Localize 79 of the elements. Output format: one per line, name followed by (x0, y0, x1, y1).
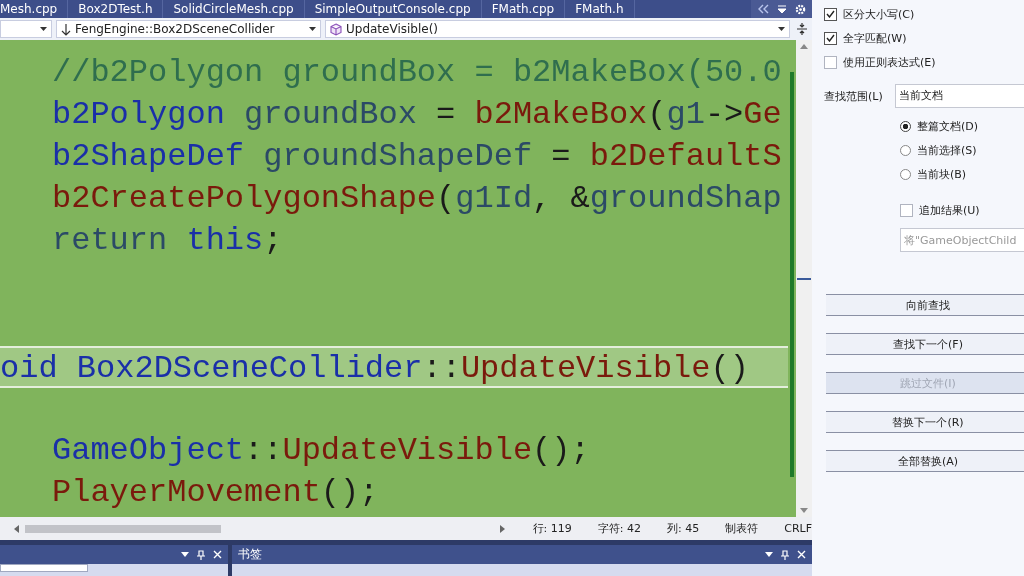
status-text: 制表符 (725, 521, 759, 536)
scroll-thumb[interactable] (25, 524, 221, 533)
pin-icon[interactable] (781, 549, 789, 560)
code-token: g1Id (455, 180, 533, 217)
scope-radio[interactable]: 整篇文档(D) (900, 114, 1024, 138)
scope-label: 查找范围(L) (824, 88, 883, 104)
dropdown-icon[interactable] (765, 552, 773, 557)
caret-icon (778, 27, 785, 31)
code-token: (); (320, 474, 379, 511)
check-icon (826, 34, 835, 42)
code-token: this (185, 222, 264, 259)
scroll-down-icon[interactable] (800, 508, 808, 513)
find-button[interactable]: 查找下一个(F) (826, 333, 1024, 355)
code-token: -> (704, 96, 744, 133)
code-token: Ge (743, 96, 782, 133)
chevrons-left-icon[interactable] (757, 4, 769, 14)
code-token: b2ShapeDef (52, 138, 245, 175)
member-dropdown[interactable]: UpdateVisible() (325, 20, 790, 38)
cube-icon (330, 22, 342, 36)
dropdown-icon[interactable] (181, 552, 189, 557)
caret-icon (309, 27, 316, 31)
code-token: ( (647, 96, 667, 133)
code-token: (); (532, 432, 590, 469)
code-token: b2Polygon (52, 96, 225, 133)
caret-icon (40, 27, 47, 31)
append-checkbox[interactable]: 追加结果(U) (900, 198, 1024, 222)
split-icon[interactable] (796, 22, 808, 36)
pin-icon[interactable] (197, 549, 205, 560)
scroll-left-icon[interactable] (14, 524, 19, 533)
code-token: b2CreatePolygonShape (52, 180, 437, 217)
code-token: b2DefaultS (589, 138, 782, 175)
code-token: groundBox (243, 96, 417, 133)
code-token: UpdateVisible (460, 350, 711, 387)
code-token: :: (422, 350, 461, 387)
code-editor[interactable] (0, 40, 812, 517)
output-field[interactable]: 将"GameObjectChild (900, 228, 1024, 252)
code-token: UpdateVisible (282, 432, 533, 469)
code-token: oid Box2DSceneCollider (0, 350, 423, 387)
search-field[interactable] (0, 564, 88, 572)
dropdown-icon[interactable] (777, 4, 787, 14)
scope-radio[interactable]: 当前块(B) (900, 162, 1024, 186)
option-checkbox[interactable]: 全字匹配(W) (824, 26, 1024, 50)
status-text: 行: 119 (532, 521, 572, 536)
scope-dropdown[interactable]: FengEngine::Box2DSceneCollider (56, 20, 321, 38)
scroll-up-icon[interactable] (800, 44, 808, 49)
scroll-right-icon[interactable] (499, 524, 505, 533)
find-button[interactable]: 全部替换(A) (826, 450, 1024, 472)
code-token: GameObject (52, 432, 245, 469)
status-text: 列: 45 (667, 521, 700, 536)
code-token: return (52, 222, 168, 259)
option-checkbox[interactable]: 区分大小写(C) (824, 2, 1024, 26)
close-icon[interactable] (797, 550, 806, 559)
code-token: groundShapeDef (262, 138, 533, 175)
code-token: :: (244, 432, 283, 469)
code-token: b2MakeBox (474, 96, 648, 133)
status-text: CRLF (784, 522, 812, 535)
code-token: ; (263, 222, 283, 259)
code-token: () (710, 350, 749, 387)
scope-dropdown[interactable]: 当前文档 (894, 84, 1024, 108)
find-button[interactable]: 向前查找 (826, 294, 1024, 316)
down-arrow-icon (61, 22, 71, 36)
code-token: = (435, 96, 457, 133)
panel-title: 书签 (238, 546, 262, 563)
scroll-position-marker (797, 277, 811, 280)
code-token: //b2Polygon groundBox = b2MakeBox(50.0 (52, 54, 782, 91)
code-token: g1 (666, 96, 705, 133)
code-token: , & (532, 180, 590, 217)
option-checkbox[interactable]: 使用正则表达式(E) (824, 50, 1024, 74)
code-token: ( (436, 180, 456, 217)
code-token: = (550, 138, 572, 175)
check-icon (826, 10, 835, 18)
status-text: 字符: 42 (597, 521, 641, 536)
close-icon[interactable] (213, 550, 222, 559)
code-token: groundShap (589, 180, 782, 217)
vertical-scrollbar[interactable] (796, 40, 812, 517)
find-button[interactable]: 替换下一个(R) (826, 411, 1024, 433)
scope-radio[interactable]: 当前选择(S) (900, 138, 1024, 162)
code-token: PlayerMovement (52, 474, 321, 511)
settings-icon[interactable] (795, 3, 806, 15)
